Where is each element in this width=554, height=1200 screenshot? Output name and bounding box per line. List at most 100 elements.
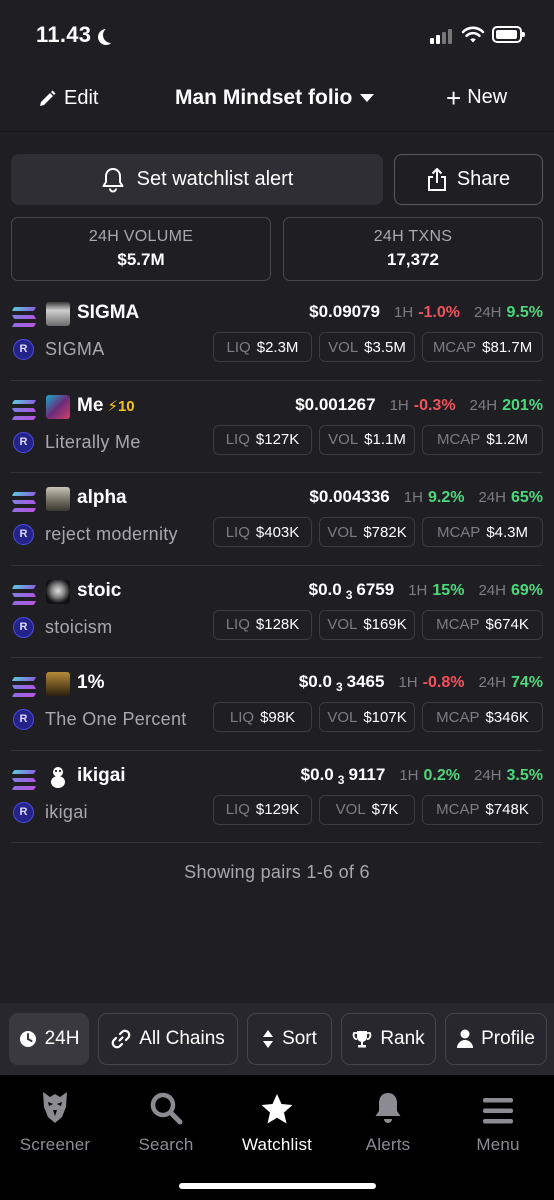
watchlist-title: Man Mindset folio [175, 86, 353, 109]
token-avatar [46, 764, 70, 789]
pairs-count-text: Showing pairs 1-6 of 6 [184, 862, 370, 882]
volume-pill: VOL $1.1M [319, 424, 415, 455]
token-name: SIGMA [45, 339, 105, 359]
tab-search[interactable]: Search [111, 1087, 221, 1155]
raydium-dex-icon: R [13, 616, 34, 638]
raydium-dex-icon: R [13, 431, 34, 453]
change-1h: 1H -0.3% [389, 396, 456, 414]
tab-label: Alerts [365, 1135, 411, 1154]
profile-button[interactable]: Profile [445, 1013, 547, 1065]
change-1h: 1H 0.2% [399, 766, 460, 784]
watchlist-selector[interactable]: Man Mindset folio [175, 86, 375, 110]
solana-chain-icon [11, 399, 37, 420]
profile-label: Profile [481, 1028, 535, 1049]
bell-icon [102, 167, 124, 192]
token-price: $0.001267 [295, 394, 376, 414]
sort-label: Sort [282, 1028, 317, 1049]
pair-row[interactable]: ikigai R ikigai $0.0 3 9117 1H 0.2% 24H 3.5%… [11, 751, 543, 843]
solana-chain-icon [11, 769, 37, 790]
sort-icon [263, 1030, 274, 1048]
tab-label: Watchlist [241, 1135, 313, 1154]
token-avatar [46, 579, 70, 604]
caret-down-icon [360, 94, 375, 102]
tab-watchlist[interactable]: Watchlist [222, 1087, 332, 1155]
metrics: LIQ $129K VOL $7K MCAP $748K [213, 794, 543, 825]
new-label: New [467, 86, 508, 108]
change-1h: 1H 15% [408, 581, 465, 599]
new-watchlist-button[interactable]: + New [446, 85, 508, 111]
change-1h: 1H -0.8% [398, 674, 465, 691]
price-line: $0.0 3 3465 1H -0.8% 24H 74% [298, 672, 543, 694]
change-24h: 24H 201% [469, 396, 543, 414]
token-avatar [46, 672, 70, 696]
home-indicator [179, 1183, 376, 1189]
pair-row[interactable]: Me ⚡10 R Literally Me $0.001267 1H -0.3% 2… [11, 381, 543, 473]
market-cap-pill: MCAP $748K [422, 794, 543, 825]
pair-row[interactable]: 1% R The One Percent $0.0 3 3465 1H -0.8% 2… [11, 658, 543, 751]
volume-pill: VOL $7K [319, 794, 415, 825]
tab-label: Search [138, 1135, 194, 1154]
liquidity-pill: LIQ $98K [213, 702, 312, 732]
pair-row[interactable]: alpha R reject modernity $0.004336 1H 9.2… [11, 473, 543, 566]
link-icon [111, 1029, 131, 1049]
liquidity-pill: LIQ $128K [213, 609, 312, 640]
price-line: $0.0 3 9117 1H 0.2% 24H 3.5% [300, 764, 543, 787]
share-label: Share [456, 168, 511, 190]
set-watchlist-alert-button[interactable]: Set watchlist alert [11, 154, 383, 205]
tab-menu[interactable]: Menu [443, 1087, 553, 1155]
change-24h: 24H 74% [478, 674, 543, 691]
price-line: $0.0 3 6759 1H 15% 24H 69% [309, 580, 543, 602]
market-cap-pill: MCAP $674K [422, 609, 543, 640]
raydium-dex-icon: R [13, 339, 34, 360]
volume-pill: VOL $107K [319, 702, 415, 732]
market-cap-pill: MCAP $4.3M [422, 517, 543, 547]
token-price: $0.004336 [309, 487, 390, 506]
rank-button[interactable]: Rank [341, 1013, 436, 1065]
token-name: reject modernity [45, 524, 178, 544]
tab-screener[interactable]: Screener [0, 1087, 110, 1155]
liquidity-pill: LIQ $127K [213, 424, 312, 455]
rank-label: Rank [380, 1028, 425, 1049]
change-24h: 24H 9.5% [474, 304, 543, 321]
bell-icon [375, 1093, 401, 1123]
all-chains-button[interactable]: All Chains [98, 1013, 238, 1065]
alert-label: Set watchlist alert [136, 168, 294, 190]
change-1h: 1H -1.0% [394, 304, 460, 321]
pair-row[interactable]: stoic R stoicism $0.0 3 6759 1H 15% 24H 69% … [11, 566, 543, 658]
change-24h: 24H 69% [478, 581, 543, 599]
solana-chain-icon [11, 584, 37, 605]
token-price: $0.09079 [309, 302, 381, 321]
raydium-dex-icon: R [13, 524, 34, 545]
pair-list: SIGMA R SIGMA $0.09079 1H -1.0% 24H 9.5% L… [11, 288, 543, 843]
metrics: LIQ $127K VOL $1.1M MCAP $1.2M [213, 424, 543, 455]
sort-button[interactable]: Sort [247, 1013, 332, 1065]
metrics: LIQ $128K VOL $169K MCAP $674K [213, 609, 543, 640]
timeframe-button[interactable]: 24H [9, 1013, 89, 1065]
stat-value: $5.7M [117, 250, 165, 269]
tab-label: Screener [19, 1135, 91, 1154]
edit-button[interactable]: Edit [38, 87, 98, 110]
market-cap-pill: MCAP $346K [422, 702, 543, 732]
tab-bar: Screener Search Watchlist Alerts Menu [0, 1075, 554, 1200]
liquidity-pill: LIQ $403K [213, 517, 312, 547]
market-cap-pill: MCAP $81.7M [422, 332, 543, 362]
tab-alerts[interactable]: Alerts [333, 1087, 443, 1155]
price-line: $0.001267 1H -0.3% 24H 201% [295, 395, 543, 415]
token-price: $0.0 3 3465 [298, 672, 385, 694]
cellular-signal-icon [430, 28, 456, 44]
change-24h: 24H 3.5% [474, 766, 543, 784]
chains-label: All Chains [139, 1028, 225, 1049]
user-icon [457, 1029, 474, 1048]
volume-pill: VOL $169K [319, 609, 415, 640]
solana-chain-icon [11, 677, 37, 697]
token-price: $0.0 3 9117 [300, 764, 386, 787]
boost-badge: ⚡10 [107, 397, 135, 415]
raydium-dex-icon: R [13, 801, 34, 823]
raydium-dex-icon: R [13, 709, 34, 730]
token-symbol: Me ⚡10 [77, 394, 135, 416]
battery-icon [492, 26, 525, 43]
pair-row[interactable]: SIGMA R SIGMA $0.09079 1H -1.0% 24H 9.5% L… [11, 288, 543, 381]
share-button[interactable]: Share [394, 154, 543, 205]
token-symbol: 1% [77, 672, 105, 693]
token-symbol: SIGMA [77, 302, 140, 323]
